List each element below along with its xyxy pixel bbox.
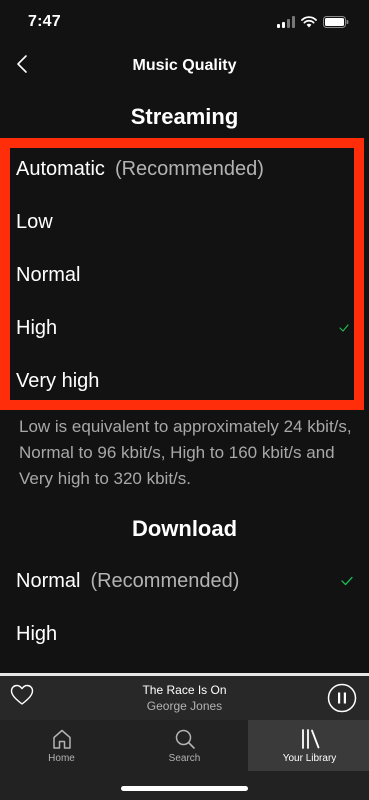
battery-icon xyxy=(323,16,349,28)
page-title: Music Quality xyxy=(132,57,237,74)
now-playing-bar[interactable]: The Race Is On George Jones xyxy=(0,676,369,720)
option-recommended-label: (Recommended) xyxy=(114,157,264,180)
home-icon xyxy=(51,728,73,750)
download-option-normal[interactable]: Normal (Recommended) xyxy=(0,557,369,605)
tab-label: Search xyxy=(168,752,201,764)
now-playing-artist: George Jones xyxy=(146,699,223,713)
streaming-section-title: Streaming xyxy=(130,104,239,129)
heart-icon[interactable] xyxy=(10,684,34,706)
option-label: Normal xyxy=(16,263,81,286)
home-indicator[interactable] xyxy=(121,786,248,791)
tab-label: Home xyxy=(48,752,75,764)
tab-your-library[interactable]: Your Library xyxy=(248,720,369,771)
option-label: High xyxy=(16,316,58,339)
streaming-option-very-high[interactable]: Very high xyxy=(0,357,369,405)
check-icon xyxy=(339,324,349,332)
option-label: Automatic xyxy=(16,157,105,180)
pause-icon xyxy=(327,683,357,713)
now-playing-title: The Race Is On xyxy=(142,683,227,697)
option-recommended-label: (Recommended) xyxy=(90,569,240,592)
streaming-option-low[interactable]: Low xyxy=(0,198,369,246)
search-icon xyxy=(174,728,196,750)
status-icons xyxy=(277,16,349,28)
streaming-option-normal[interactable]: Normal xyxy=(0,251,369,299)
streaming-option-high[interactable]: High xyxy=(0,304,369,352)
nav-header: Music Quality xyxy=(0,44,369,88)
option-label: Very high xyxy=(16,369,100,392)
tab-label: Your Library xyxy=(282,752,337,764)
tab-search[interactable]: Search xyxy=(123,720,246,771)
tab-home[interactable]: Home xyxy=(0,720,123,771)
option-label: High xyxy=(16,622,58,645)
chevron-left-icon xyxy=(16,54,28,79)
status-bar: 7:47 xyxy=(0,0,369,44)
pause-button[interactable] xyxy=(327,683,357,713)
option-label: Normal xyxy=(16,569,81,592)
download-option-high[interactable]: High xyxy=(0,610,369,658)
back-button[interactable] xyxy=(8,52,36,80)
streaming-option-automatic[interactable]: Automatic (Recommended) xyxy=(0,145,369,193)
option-label: Low xyxy=(16,210,53,233)
status-time: 7:47 xyxy=(28,13,61,30)
wifi-icon xyxy=(301,16,317,28)
library-icon xyxy=(299,728,321,750)
signal-icon xyxy=(277,16,295,28)
streaming-description: Low is equivalent to approximately 24 kb… xyxy=(19,417,352,488)
download-section-title: Download xyxy=(131,516,238,541)
check-icon xyxy=(341,576,353,586)
